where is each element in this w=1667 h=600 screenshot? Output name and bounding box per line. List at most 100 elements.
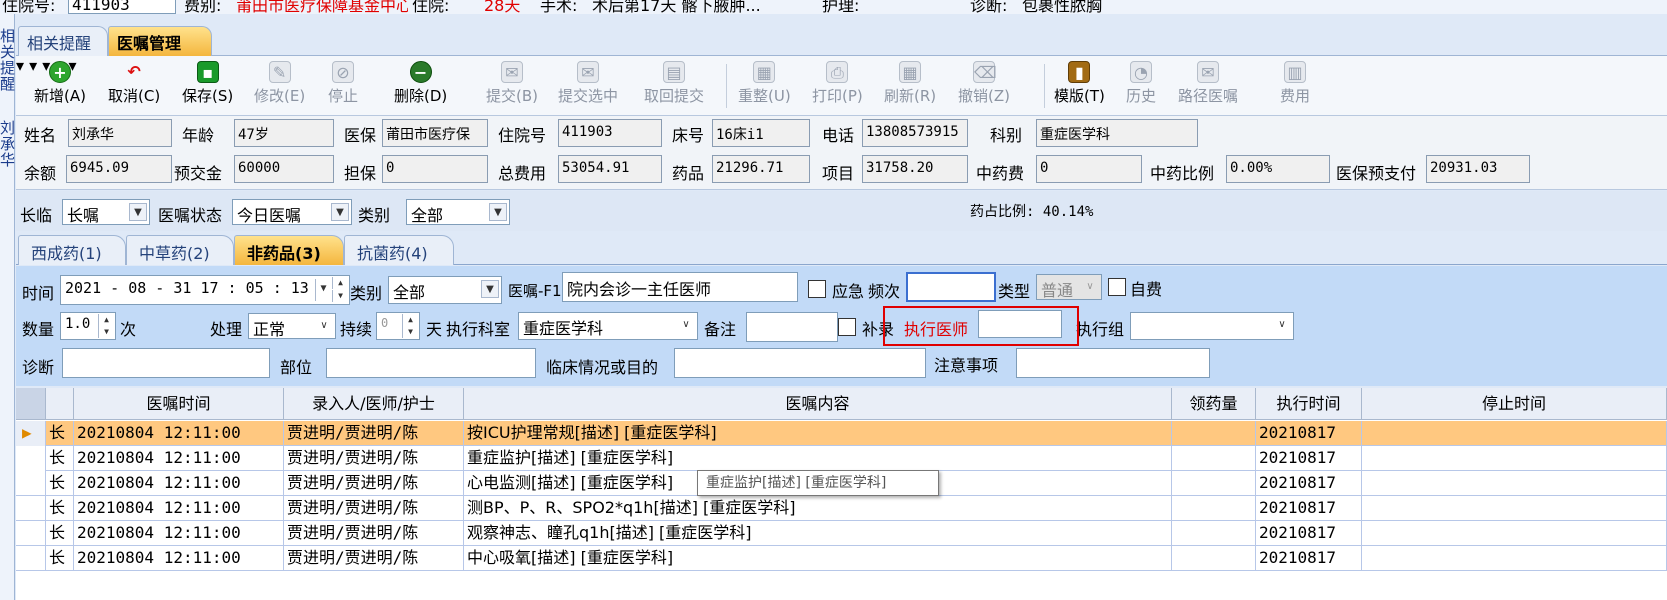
duration-stepper[interactable]: 0 ▲ ▼ xyxy=(376,312,420,340)
form-category-label: 类别 xyxy=(350,284,383,303)
row-time: 20210804 12:11:00 xyxy=(74,496,284,521)
side-tab-reminder[interactable]: 相关提醒 xyxy=(0,28,15,92)
emergency-checkbox[interactable] xyxy=(808,280,826,298)
refresh-icon: ▦ xyxy=(899,61,922,83)
header-entry-person[interactable]: 录入人/医师/护士 xyxy=(284,388,464,420)
remark-input[interactable] xyxy=(746,312,838,342)
exec-dept-label: 执行科室 xyxy=(446,320,511,339)
time-picker[interactable]: 2021 - 08 - 31 17 : 05 : 13 ▼ ▲ ▼ xyxy=(60,275,350,305)
exec-dept-select[interactable]: 重症医学科 ∨ xyxy=(518,312,698,340)
row-time: 20210804 12:11:00 xyxy=(74,421,284,446)
inpatient-no-label: 住院号 xyxy=(498,126,547,145)
term-select[interactable]: 长嘱 ▼ xyxy=(62,199,150,225)
exec-group-select[interactable]: ∨ xyxy=(1130,312,1294,340)
row-who: 贾进明/贾进明/陈 xyxy=(284,496,464,521)
row-type: 长 xyxy=(46,496,74,521)
main-tabs: 相关提醒 医嘱管理 xyxy=(16,24,1667,56)
submit-icon: ✉ xyxy=(501,61,523,83)
fee-button[interactable]: ▥ 费用 xyxy=(1280,61,1310,106)
fee-label: 费别: xyxy=(184,0,222,14)
submit-button-label: 提交(B) xyxy=(486,87,538,105)
cancel-button[interactable]: ↶ 取消(C) xyxy=(108,61,160,106)
time-dropdown-icon[interactable]: ▼ xyxy=(315,279,331,301)
path-order-button[interactable]: ✉ 路径医嘱 xyxy=(1178,61,1238,106)
form-category-select[interactable]: 全部 ▼ xyxy=(388,276,502,304)
side-tab-patient[interactable]: 刘承华 xyxy=(0,120,15,168)
term-label: 长临 xyxy=(20,206,53,225)
diagnosis-input[interactable] xyxy=(62,348,270,378)
time-up-icon[interactable]: ▲ xyxy=(332,277,348,289)
tab-non-drug[interactable]: 非药品(3) xyxy=(234,235,344,265)
edit-button[interactable]: ✎ 修改(E) xyxy=(254,61,305,106)
header-dispense-qty[interactable]: 领药量 xyxy=(1172,388,1256,420)
delete-button[interactable]: − 删除(D) xyxy=(394,61,447,106)
reorganize-button-label: 重整(U) xyxy=(738,87,791,105)
row-tooltip: 重症监护[描述] [重症医学科] xyxy=(697,470,939,496)
order-content-input[interactable]: 院内会诊一主任医师 xyxy=(562,272,798,302)
order-filter-bar: 长临 长嘱 ▼ 医嘱状态 今日医嘱 ▼ 类别 全部 ▼ 药占比例: 40.14% xyxy=(16,191,1667,231)
tab-western-medicine[interactable]: 西成药(1) xyxy=(18,235,126,265)
stop-icon: ⊘ xyxy=(332,61,354,83)
row-who: 贾进明/贾进明/陈 xyxy=(284,546,464,571)
edit-button-label: 修改(E) xyxy=(254,87,306,105)
add-button[interactable]: + 新增(A) xyxy=(34,61,86,106)
header-order-time[interactable]: 医嘱时间 xyxy=(74,388,284,420)
history-button[interactable]: ◔ 历史 xyxy=(1126,61,1156,106)
bed-label: 床号 xyxy=(672,126,705,145)
stop-button[interactable]: ⊘ 停止 xyxy=(328,61,358,106)
table-row[interactable]: ▶ 长 20210804 12:11:00 贾进明/贾进明/陈 按ICU护理常规… xyxy=(16,421,1667,446)
table-row[interactable]: 长 20210804 12:11:00 贾进明/贾进明/陈 重症监护[描述] [… xyxy=(16,446,1667,471)
handle-select[interactable]: 正常 ∨ xyxy=(248,313,336,339)
template-button[interactable]: ▮ 模版(T) xyxy=(1054,61,1105,106)
chevron-down-icon: ∨ xyxy=(682,319,690,330)
left-side-strip: 相关提醒 刘承华 xyxy=(0,14,15,600)
notice-input[interactable] xyxy=(1016,348,1210,378)
table-row[interactable]: 长 20210804 12:11:00 贾进明/贾进明/陈 中心吸氧[描述] [… xyxy=(16,546,1667,571)
diagnosis-header-label: 诊断: xyxy=(970,0,1008,14)
reorganize-button[interactable]: ▦ 重整(U) xyxy=(738,61,791,106)
revoke-button[interactable]: ⌫ 撤销(Z) xyxy=(958,61,1010,106)
refresh-button-label: 刷新(R) xyxy=(884,87,937,105)
stop-dropdown-icon[interactable]: ▾ xyxy=(16,56,24,75)
quantity-down-icon[interactable]: ▼ xyxy=(98,326,114,338)
save-button[interactable]: ▪ 保存(S) xyxy=(182,61,233,106)
type-column-header xyxy=(46,388,74,420)
clinical-purpose-input[interactable] xyxy=(674,348,926,378)
self-pay-checkbox[interactable] xyxy=(1108,278,1126,296)
row-indicator xyxy=(16,521,46,546)
print-button[interactable]: ⎙ 打印(P) xyxy=(812,61,863,106)
tab-antibiotic[interactable]: 抗菌药(4) xyxy=(344,235,454,265)
quantity-stepper[interactable]: 1.0 ▲ ▼ xyxy=(60,312,116,340)
tab-order-management[interactable]: 医嘱管理 xyxy=(108,26,212,56)
site-input[interactable] xyxy=(326,348,536,378)
quantity-up-icon[interactable]: ▲ xyxy=(98,314,114,326)
row-qty xyxy=(1172,446,1256,471)
filter-category-select[interactable]: 全部 ▼ xyxy=(406,199,510,225)
tab-herbal-medicine[interactable]: 中草药(2) xyxy=(126,235,234,265)
retrieve-button[interactable]: ▤ 取回提交 xyxy=(644,61,704,106)
duration-down-icon[interactable]: ▼ xyxy=(402,326,418,338)
refresh-button[interactable]: ▦ 刷新(R) xyxy=(884,61,936,106)
add-button-label: 新增(A) xyxy=(34,87,86,105)
supplement-checkbox[interactable] xyxy=(838,318,856,336)
frequency-input[interactable] xyxy=(906,272,996,302)
header-stop-time[interactable]: 停止时间 xyxy=(1362,388,1667,420)
duration-unit: 天 xyxy=(426,320,443,339)
fee-button-label: 费用 xyxy=(1280,87,1311,105)
header-exec-time[interactable]: 执行时间 xyxy=(1256,388,1362,420)
prepay-field: 60000 xyxy=(234,155,334,183)
submit-selected-button[interactable]: ✉ 提交选中 xyxy=(558,61,618,106)
submit-button[interactable]: ✉ 提交(B) xyxy=(486,61,538,106)
type-select[interactable]: 普通 ∨ xyxy=(1036,274,1102,300)
stay-value: 28天 xyxy=(484,0,521,14)
table-row[interactable]: 长 20210804 12:11:00 贾进明/贾进明/陈 观察神志、瞳孔q1h… xyxy=(16,521,1667,546)
tab-reminder[interactable]: 相关提醒 xyxy=(18,26,108,56)
duration-up-icon[interactable]: ▲ xyxy=(402,314,418,326)
name-label: 姓名 xyxy=(24,126,57,145)
time-down-icon[interactable]: ▼ xyxy=(332,290,348,302)
table-row[interactable]: 长 20210804 12:11:00 贾进明/贾进明/陈 测BP、P、R、SP… xyxy=(16,496,1667,521)
status-select[interactable]: 今日医嘱 ▼ xyxy=(232,199,352,225)
inpatient-header-input[interactable]: 411903 xyxy=(68,0,176,14)
chevron-down-icon: ▼ xyxy=(481,280,499,298)
header-order-content[interactable]: 医嘱内容 xyxy=(464,388,1172,420)
